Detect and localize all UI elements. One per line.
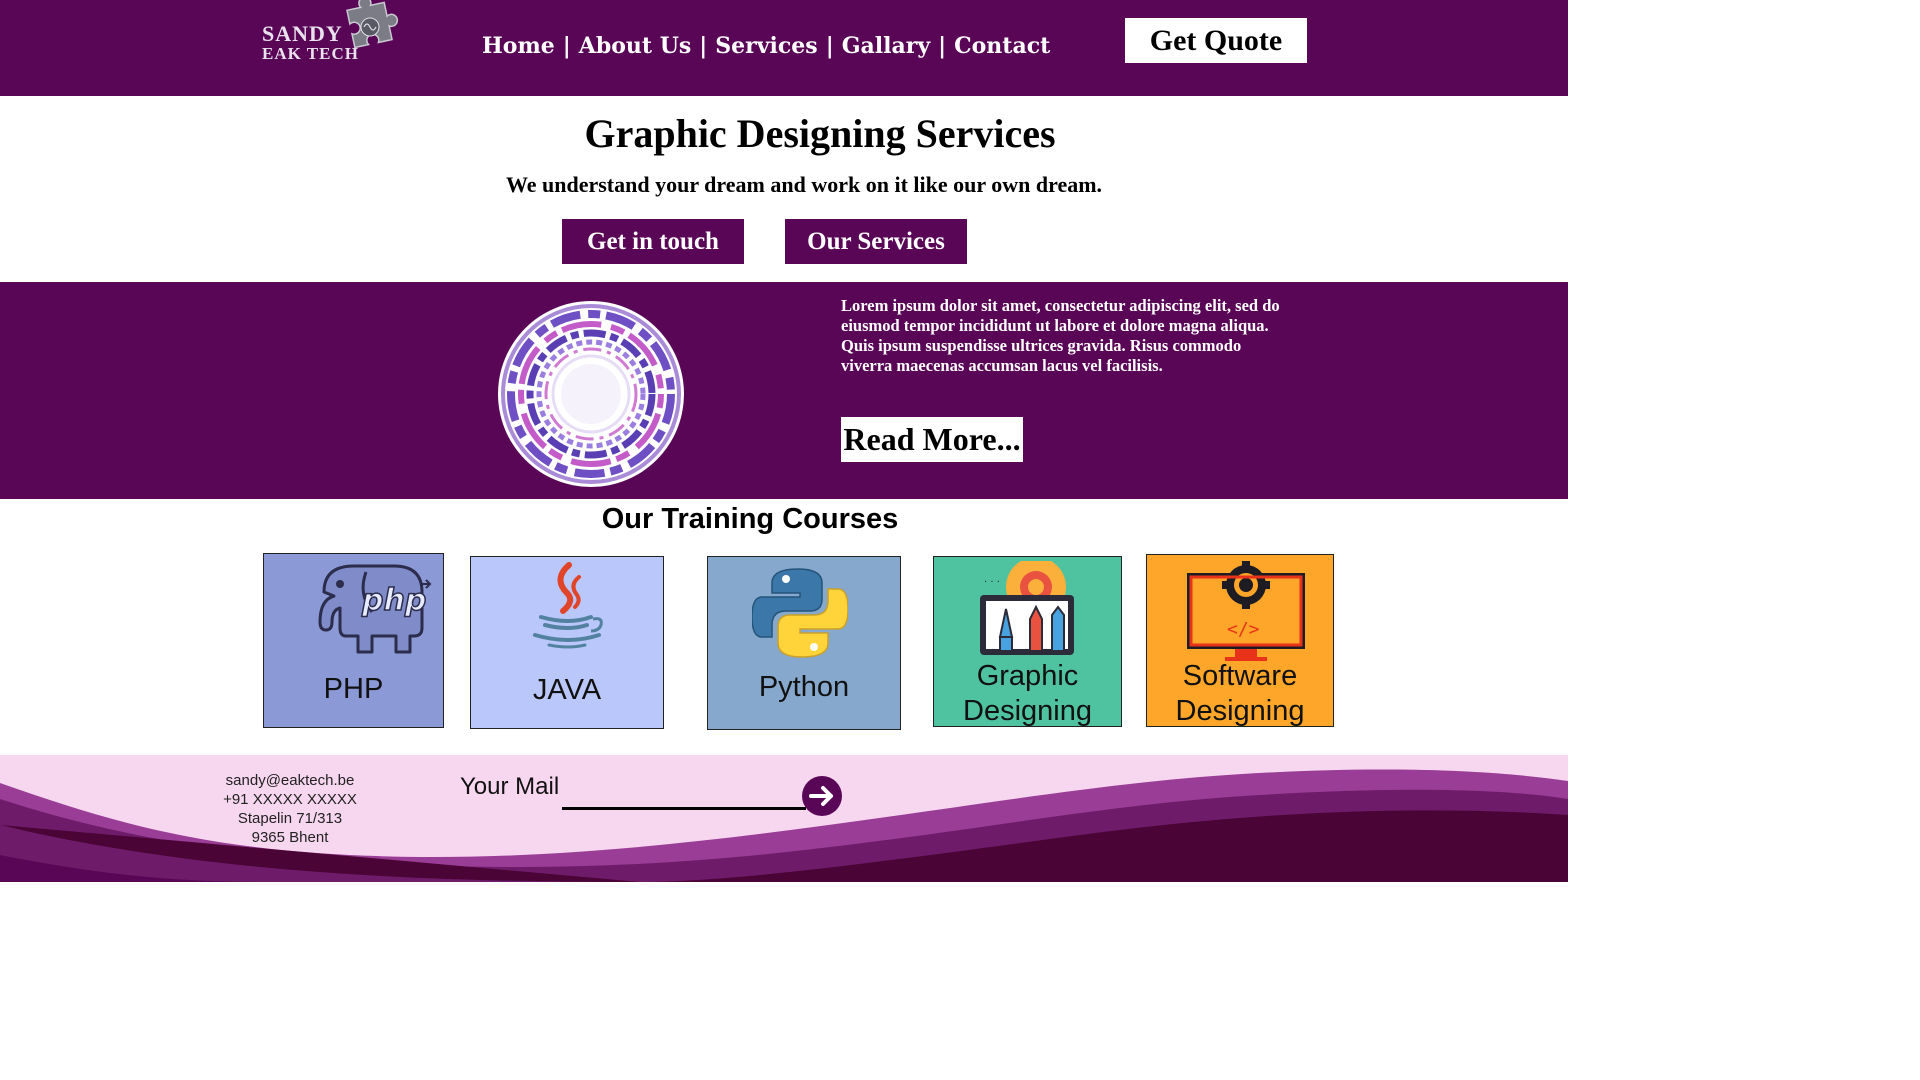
course-card-php[interactable]: php PHP [263,553,444,728]
java-cup-icon [533,562,603,649]
newsletter-submit-button[interactable] [802,776,842,816]
get-quote-button[interactable]: Get Quote [1125,18,1307,63]
contact-address-line-2: 9365 Bhent [251,829,329,846]
nav-services-link[interactable]: Services [715,33,817,59]
arrow-right-icon [809,786,833,806]
course-label: Graphic Designing [934,659,1121,727]
courses-heading: Our Training Courses [601,503,899,535]
contact-address-line-1: Stapelin 71/313 [237,810,343,827]
puzzle-brain-icon [346,0,399,49]
page-subtitle: We understand your dream and work on it … [505,172,1103,197]
nav-contact-link[interactable]: Contact [954,33,1050,59]
nav-separator: | [562,33,571,59]
newsletter-email-input[interactable] [562,785,806,810]
nav-separator: | [699,33,708,59]
circular-tech-graphic [498,301,684,487]
course-label: Python [758,671,850,703]
course-label: Software Designing [1147,659,1333,727]
course-card-python[interactable]: Python [707,556,901,730]
course-label: JAVA [532,674,602,706]
course-label-line-2: Designing [963,695,1092,727]
python-icon [752,568,848,658]
read-more-button[interactable]: Read More... [841,417,1023,462]
nav-gallery-link[interactable]: Gallary [842,33,930,59]
php-elephant-icon: php [318,564,432,654]
contact-info: sandy@eaktech.be +91 XXXXX XXXXX Stapeli… [190,771,390,847]
course-label-line-1: Software [1182,660,1298,692]
graphic-design-icon: · · · [980,561,1074,655]
nav-separator: | [825,33,834,59]
newsletter-label: Your Mail [460,773,560,800]
software-monitor-icon: </> [1187,561,1305,661]
top-navigation-bar: SANDY EAK TECH Home | About Us | Service… [0,0,1568,96]
course-label-line-1: Graphic [976,660,1079,692]
footer: sandy@eaktech.be +91 XXXXX XXXXX Stapeli… [0,755,1568,882]
course-card-java[interactable]: JAVA [470,556,664,729]
nav-about-link[interactable]: About Us [579,33,692,59]
course-card-graphic-designing[interactable]: · · · Graphic Designing [933,556,1122,727]
course-card-software-designing[interactable]: </> Software Designing [1146,554,1334,727]
page-title: Graphic Designing Services [584,111,1056,156]
nav-separator: | [938,33,947,59]
nav-home-link[interactable]: Home [482,33,555,59]
feature-description: Lorem ipsum dolor sit amet, consectetur … [841,296,1280,375]
course-label-line-2: Designing [1175,695,1305,727]
contact-email[interactable]: sandy@eaktech.be [190,771,390,790]
our-services-button[interactable]: Our Services [785,219,967,264]
contact-phone[interactable]: +91 XXXXX XXXXX [190,790,390,809]
svg-text:php: php [361,583,426,618]
svg-text:</>: </> [1227,619,1260,640]
svg-text:· · ·: · · · [984,577,1000,588]
main-nav: Home | About Us | Services | Gallary | C… [482,30,1050,62]
site-logo[interactable]: SANDY EAK TECH [262,0,402,70]
feature-banner: Lorem ipsum dolor sit amet, consectetur … [0,282,1568,499]
course-label: PHP [323,673,384,705]
get-in-touch-button[interactable]: Get in touch [562,219,744,264]
